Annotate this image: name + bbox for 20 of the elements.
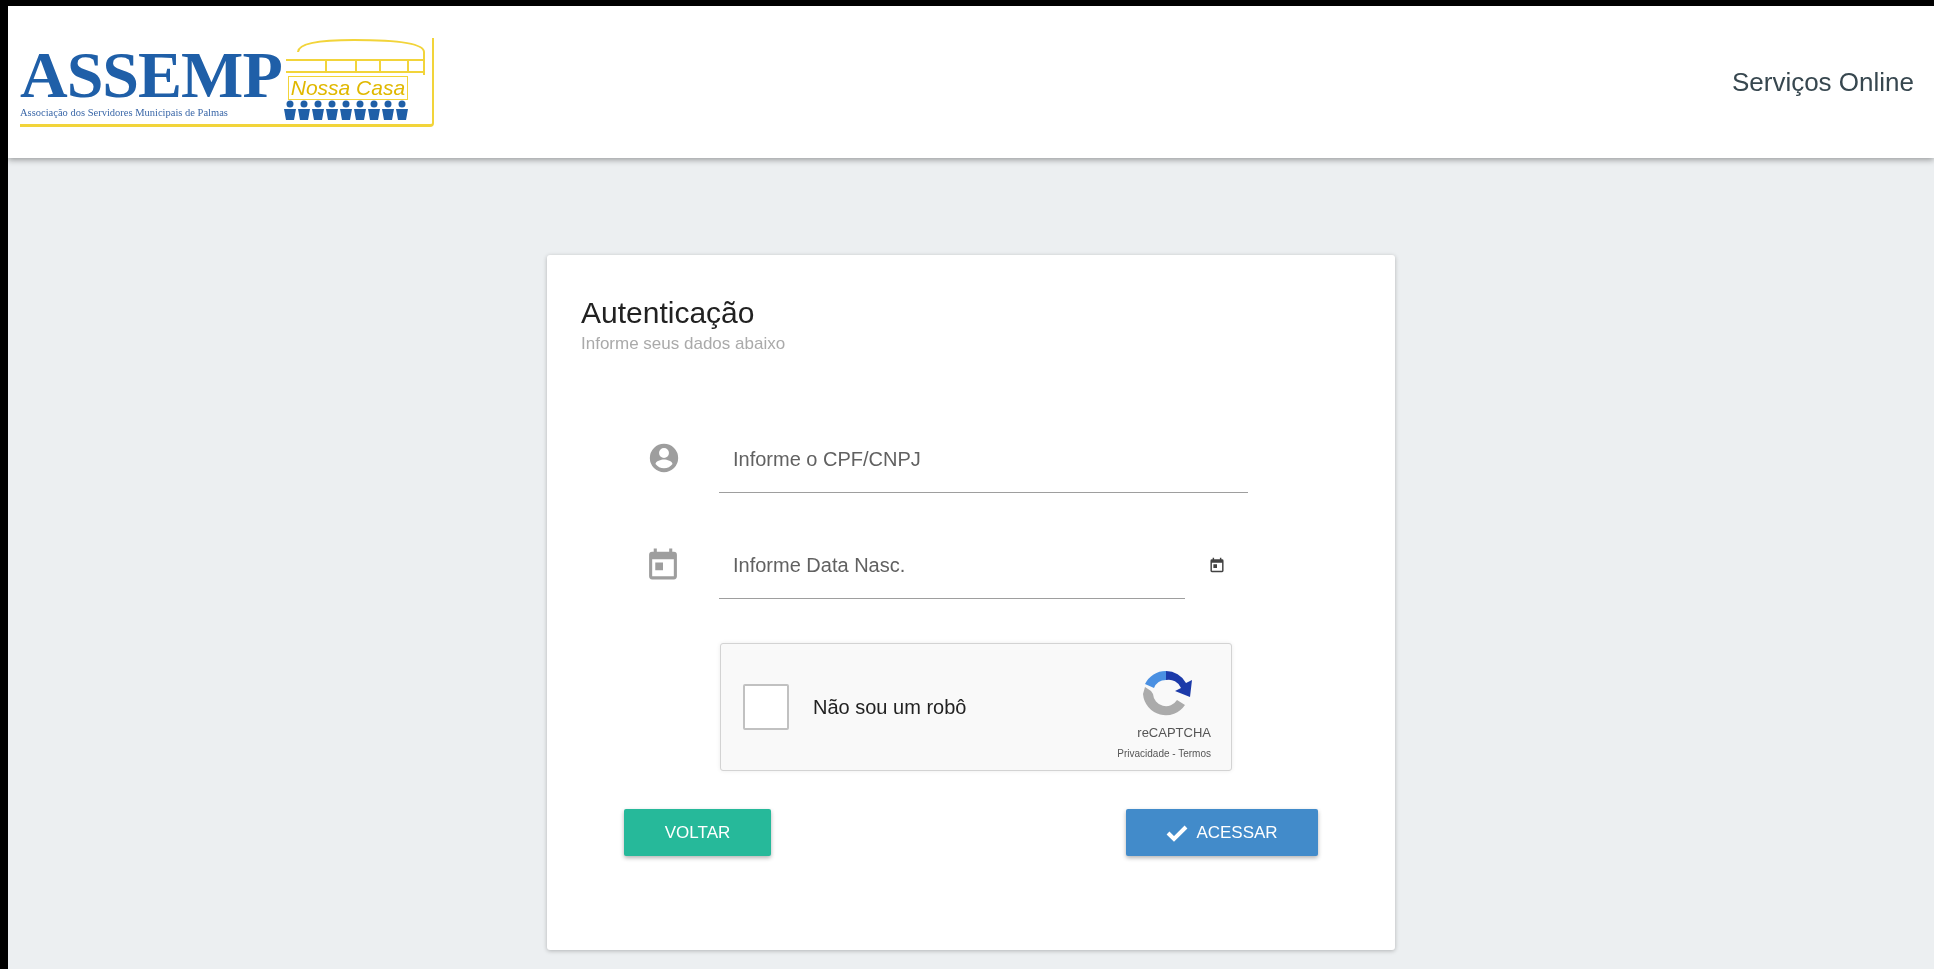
back-button[interactable]: VOLTAR — [624, 809, 771, 856]
card-title: Autenticação — [581, 295, 755, 331]
user-icon — [647, 441, 681, 475]
privacy-terms-link[interactable]: Privacidade - Termos — [1117, 745, 1211, 761]
calendar-icon — [647, 547, 679, 581]
header-title: Serviços Online — [1731, 65, 1914, 99]
captcha-label: Não sou um robô — [813, 695, 968, 720]
cpf-field[interactable]: Informe o CPF/CNPJ — [719, 439, 1248, 493]
calendar-icon — [1209, 557, 1225, 573]
building-outline-icon — [283, 37, 428, 76]
captcha-checkbox[interactable] — [743, 684, 789, 730]
recaptcha-brand: reCAPTCHA — [1137, 724, 1211, 743]
card-subtitle: Informe seus dados abaixo — [581, 333, 786, 355]
calendar-button[interactable] — [1207, 555, 1227, 575]
date-field[interactable]: Informe Data Nasc. — [719, 545, 1185, 599]
logo-subtitle: Associação dos Servidores Municipais de Palmas — [20, 105, 229, 120]
logo-tagline: Nossa Casa — [287, 75, 409, 100]
checkmark-icon — [1166, 823, 1189, 842]
logo-wordmark: ASSEMP — [20, 43, 282, 106]
access-button[interactable]: ACESSAR — [1126, 809, 1318, 856]
